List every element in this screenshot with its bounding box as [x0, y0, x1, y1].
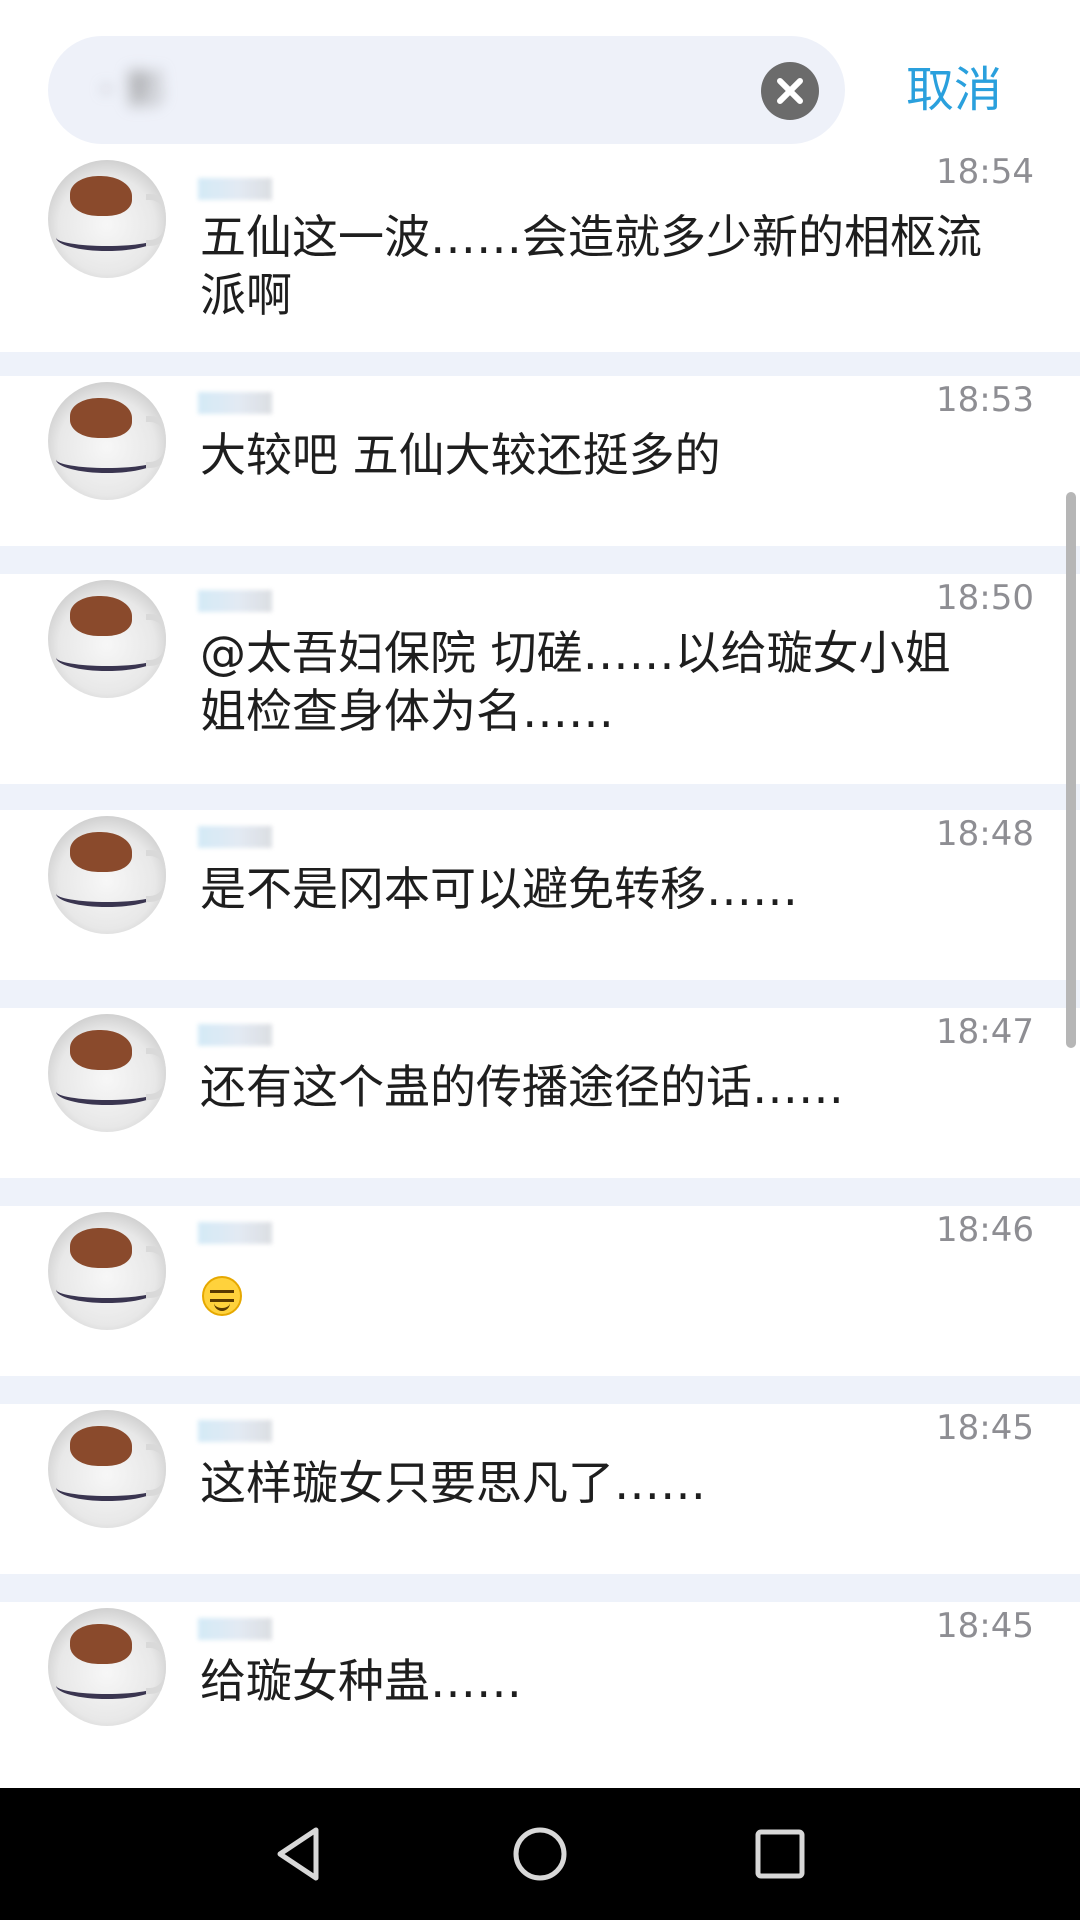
message-time: 18:54: [936, 152, 1034, 192]
message-time: 18:50: [936, 578, 1034, 618]
avatar[interactable]: [48, 160, 166, 278]
list-item[interactable]: 18:50 @太吾妇保院 切磋……以给璇女小姐 姐检查身体为名……: [0, 574, 1080, 784]
sender-name-blurred: [198, 826, 272, 848]
message-time: 18:48: [936, 814, 1034, 854]
coffee-latte-art-image: [70, 832, 132, 872]
list-item[interactable]: 18:45 给璇女种蛊……: [0, 1602, 1080, 1788]
back-triangle-icon[interactable]: [260, 1814, 340, 1894]
message-time: 18:45: [936, 1408, 1034, 1448]
coffee-latte-art-image: [70, 1030, 132, 1070]
system-navigation-bar: [0, 1788, 1080, 1920]
smiling-face-emoji-icon: [202, 1276, 242, 1316]
message-time: 18:46: [936, 1210, 1034, 1250]
avatar[interactable]: [48, 1014, 166, 1132]
message-text: 给璇女种蛊……: [200, 1654, 522, 1708]
coffee-latte-art-image: [70, 398, 132, 438]
message-time: 18:47: [936, 1012, 1034, 1052]
home-circle-icon[interactable]: [500, 1814, 580, 1894]
avatar[interactable]: [48, 1410, 166, 1528]
sender-name-blurred: [198, 1618, 272, 1640]
scrollbar[interactable]: [1066, 492, 1076, 1048]
close-circle-icon[interactable]: [761, 62, 819, 120]
avatar[interactable]: [48, 1212, 166, 1330]
search-input[interactable]: · 影: [48, 36, 845, 144]
list-item[interactable]: 18:53 大较吧 五仙大较还挺多的: [0, 376, 1080, 546]
avatar[interactable]: [48, 1608, 166, 1726]
cancel-button[interactable]: 取消: [906, 60, 1002, 120]
sender-name-blurred: [198, 590, 272, 612]
avatar[interactable]: [48, 816, 166, 934]
avatar[interactable]: [48, 382, 166, 500]
search-query[interactable]: · 影: [100, 64, 280, 116]
sender-name-blurred: [198, 1420, 272, 1442]
recent-square-icon[interactable]: [740, 1814, 820, 1894]
sender-name-blurred: [198, 1222, 272, 1244]
coffee-latte-art-image: [70, 596, 132, 636]
coffee-latte-art-image: [70, 176, 132, 216]
coffee-latte-art-image: [70, 1426, 132, 1466]
sender-name-blurred: [198, 392, 272, 414]
message-text: 是不是冈本可以避免转移……: [200, 862, 798, 916]
message-text: 五仙这一波……会造就多少新的相枢流 派啊: [200, 210, 982, 322]
list-item[interactable]: 18:46: [0, 1206, 1080, 1376]
coffee-latte-art-image: [70, 1624, 132, 1664]
message-text: 这样璇女只要思凡了……: [200, 1456, 706, 1510]
message-text: 大较吧 五仙大较还挺多的: [200, 428, 721, 482]
list-item[interactable]: 18:47 还有这个蛊的传播途径的话……: [0, 1008, 1080, 1178]
message-text: 还有这个蛊的传播途径的话……: [200, 1060, 844, 1114]
avatar[interactable]: [48, 580, 166, 698]
message-time: 18:53: [936, 380, 1034, 420]
message-text: @太吾妇保院 切磋……以给璇女小姐 姐检查身体为名……: [200, 626, 951, 738]
search-header: · 影 取消: [0, 0, 1080, 176]
coffee-latte-art-image: [70, 1228, 132, 1268]
list-item[interactable]: 18:54 五仙这一波……会造就多少新的相枢流 派啊: [0, 152, 1080, 352]
list-item[interactable]: 18:45 这样璇女只要思凡了……: [0, 1404, 1080, 1574]
sender-name-blurred: [198, 1024, 272, 1046]
message-time: 18:45: [936, 1606, 1034, 1646]
list-item[interactable]: 18:48 是不是冈本可以避免转移……: [0, 810, 1080, 980]
sender-name-blurred: [198, 178, 272, 200]
